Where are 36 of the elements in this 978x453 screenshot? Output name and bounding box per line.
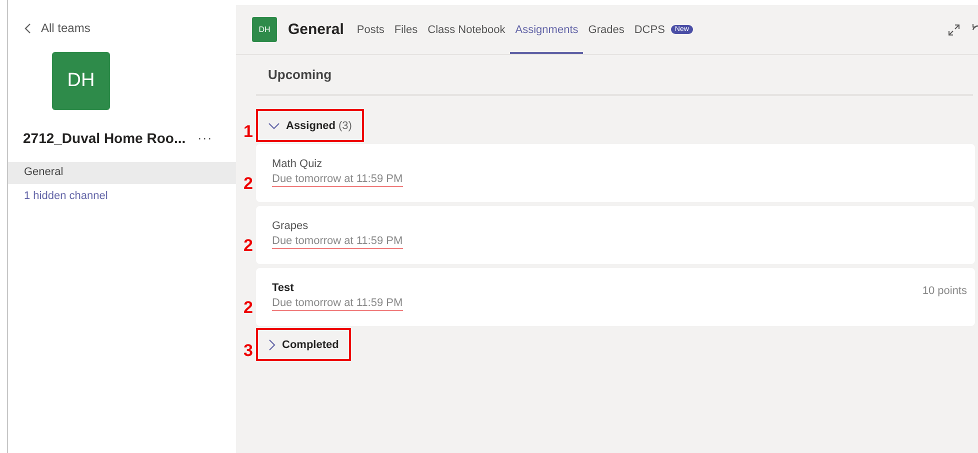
expand-icon[interactable] (948, 24, 960, 36)
chevron-down-icon (268, 122, 280, 130)
chevron-right-icon (268, 338, 276, 350)
tab[interactable]: Posts (352, 5, 390, 54)
hidden-channels-link[interactable]: 1 hidden channel (8, 186, 236, 208)
more-options-button[interactable]: ··· (198, 131, 213, 145)
team-avatar: DH (52, 52, 110, 110)
due-date: Due tomorrow at 11:59 PM (272, 297, 403, 311)
step-number: 2 (242, 236, 253, 256)
assignment-card[interactable]: Test Due tomorrow at 11:59 PM 10 points (256, 268, 975, 326)
back-icon (24, 22, 31, 34)
channel-avatar: DH (252, 17, 277, 42)
back-link[interactable]: All teams (24, 19, 236, 37)
assignment-title: Math Quiz (272, 158, 324, 170)
tab[interactable]: Files (389, 5, 423, 54)
assignment-card[interactable]: Grapes Due tomorrow at 11:59 PM (256, 206, 975, 264)
points-label: 10 points (922, 284, 967, 299)
tab[interactable]: DCPS (629, 5, 670, 54)
due-date: Due tomorrow at 11:59 PM (272, 235, 403, 249)
step-number: 3 (242, 341, 253, 361)
tab[interactable]: Assignments (510, 5, 584, 54)
step-number: 2 (242, 174, 253, 194)
tab[interactable]: Class Notebook (422, 5, 510, 54)
channel-title: General (288, 21, 344, 38)
due-date: Due tomorrow at 11:59 PM (272, 173, 403, 187)
channel-item[interactable]: General (8, 162, 236, 184)
team-name: 2712_Duval Home Roo... (23, 130, 186, 146)
tab[interactable]: Grades (583, 5, 630, 54)
step-number: 2 (242, 298, 253, 318)
section-toggle[interactable]: Completed (256, 328, 351, 361)
section-toggle[interactable]: Assigned (3) (256, 109, 364, 142)
assignment-card[interactable]: Math Quiz Due tomorrow at 11:59 PM (256, 144, 975, 202)
view-title: Upcoming (256, 55, 973, 96)
assignment-title: Grapes (272, 220, 310, 232)
step-number: 1 (242, 122, 253, 142)
assignment-title: Test (272, 282, 295, 294)
